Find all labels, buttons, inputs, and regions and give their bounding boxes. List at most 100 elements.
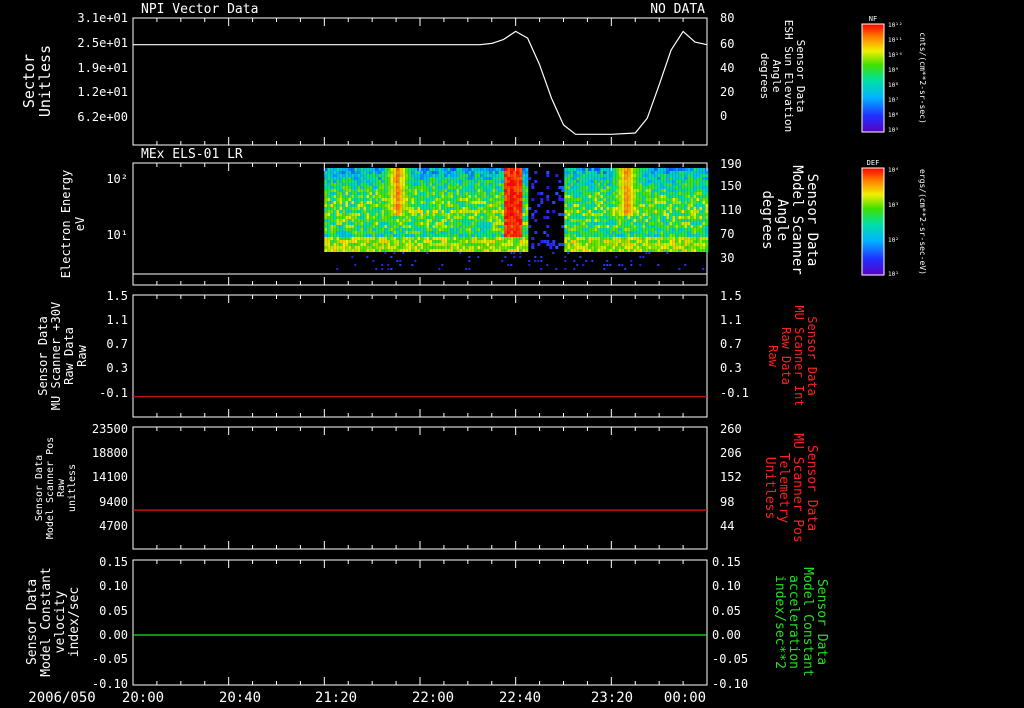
- spectrogram-cell: [678, 171, 682, 174]
- spectrogram-cell: [393, 180, 397, 183]
- spectrogram-cell: [609, 210, 613, 213]
- spectrogram-cell: [597, 213, 601, 216]
- spectrogram-cell: [687, 201, 691, 204]
- spectrogram-cell: [426, 174, 430, 177]
- spectrogram-cell: [621, 228, 625, 231]
- spectrogram-cell: [459, 252, 462, 254]
- time-tick-label: 22:40: [499, 690, 541, 706]
- spectrogram-cell: [576, 183, 580, 186]
- spectrogram-cell: [363, 237, 367, 240]
- spectrogram-cell: [393, 168, 397, 171]
- spectrogram-cell: [393, 189, 397, 192]
- p1-right-tick: 0: [720, 109, 727, 123]
- spectrogram-cell: [429, 186, 433, 189]
- spectrogram-cell: [486, 180, 490, 183]
- spectrogram-cell: [417, 222, 421, 225]
- spectrogram-cell: [573, 201, 577, 204]
- spectrogram-cell: [432, 219, 436, 222]
- spectrogram-cell: [426, 240, 430, 243]
- spectrogram-cell: [339, 171, 343, 174]
- spectrogram-cell: [603, 189, 607, 192]
- spectrogram-cell: [330, 204, 334, 207]
- spectrogram-cell: [378, 243, 382, 246]
- spectrogram-cell: [465, 183, 469, 186]
- p3-right-label: Raw: [766, 345, 780, 367]
- spectrogram-cell: [648, 192, 652, 195]
- spectrogram-cell: [450, 186, 454, 189]
- spectrogram-cell: [435, 183, 439, 186]
- spectrogram-cell: [582, 246, 586, 249]
- spectrogram-cell: [693, 228, 697, 231]
- spectrogram-cell: [594, 228, 598, 231]
- spectrogram-cell: [369, 231, 373, 234]
- spectrogram-cell: [423, 204, 427, 207]
- spectrogram-cell: [534, 260, 537, 262]
- spectrogram-cell: [366, 243, 370, 246]
- spectrogram-cell: [666, 249, 670, 252]
- spectrogram-cell: [663, 246, 667, 249]
- spectrogram-cell: [342, 225, 346, 228]
- spectrogram-cell: [417, 180, 421, 183]
- spectrogram-cell: [489, 177, 493, 180]
- p2-right-tick: 30: [720, 251, 734, 265]
- spectrogram-cell: [666, 231, 670, 234]
- spectrogram-cell: [396, 228, 400, 231]
- spectrogram-cell: [660, 174, 664, 177]
- spectrogram-cell: [525, 180, 529, 183]
- spectrogram-cell: [519, 186, 523, 189]
- spectrogram-cell: [702, 204, 706, 207]
- spectrogram-cell: [483, 204, 487, 207]
- spectrogram-cell: [591, 189, 595, 192]
- spectrogram-cell: [672, 195, 676, 198]
- spectrogram-cell: [420, 240, 424, 243]
- spectrogram-cell: [342, 249, 346, 252]
- spectrogram-cell: [705, 189, 709, 192]
- spectrogram-cell: [480, 177, 484, 180]
- panel1-title: NPI Vector Data: [141, 2, 258, 17]
- spectrogram-cell: [669, 174, 673, 177]
- spectrogram-cell: [618, 210, 622, 213]
- spectrogram-cell: [417, 183, 421, 186]
- spectrogram-cell: [582, 213, 586, 216]
- spectrogram-cell: [393, 234, 397, 237]
- spectrogram-cell: [375, 228, 379, 231]
- spectrogram-cell: [396, 213, 400, 216]
- spectrogram-cell: [324, 234, 328, 237]
- spectrogram-cell: [678, 222, 682, 225]
- spectrogram-cell: [561, 243, 565, 246]
- spectrogram-cell: [336, 195, 340, 198]
- spectrogram-cell: [630, 183, 634, 186]
- spectrogram-cell: [672, 177, 676, 180]
- spectrogram-cell: [450, 240, 454, 243]
- spectrogram-cell: [501, 192, 505, 195]
- cb1-tick: 10¹¹: [888, 37, 902, 44]
- spectrogram-cell: [633, 189, 637, 192]
- spectrogram-cell: [600, 189, 604, 192]
- spectrogram-cell: [546, 174, 550, 177]
- spectrogram-cell: [654, 234, 658, 237]
- spectrogram-cell: [456, 183, 460, 186]
- spectrogram-cell: [456, 177, 460, 180]
- spectrogram-cell: [411, 225, 415, 228]
- spectrogram-cell: [438, 240, 442, 243]
- spectrogram-cell: [588, 246, 592, 249]
- spectrogram-cell: [591, 204, 595, 207]
- spectrogram-cell: [702, 243, 706, 246]
- spectrogram-cell: [474, 216, 478, 219]
- spectrogram-cell: [696, 243, 700, 246]
- spectrogram-cell: [672, 219, 676, 222]
- spectrogram-cell: [567, 195, 571, 198]
- spectrogram-cell: [627, 189, 631, 192]
- panel2-title: MEx ELS-01 LR: [141, 147, 243, 162]
- spectrogram-cell: [567, 198, 571, 201]
- spectrogram-cell: [333, 213, 337, 216]
- spectrogram-cell: [651, 228, 655, 231]
- spectrogram-cell: [366, 192, 370, 195]
- spectrogram-cell: [585, 168, 589, 171]
- spectrogram-cell: [459, 219, 463, 222]
- spectrogram-cell: [525, 243, 529, 246]
- spectrogram-cell: [408, 174, 412, 177]
- spectrogram-cell: [411, 198, 415, 201]
- spectrogram-cell: [393, 171, 397, 174]
- cb2-tick: 10¹: [888, 271, 899, 278]
